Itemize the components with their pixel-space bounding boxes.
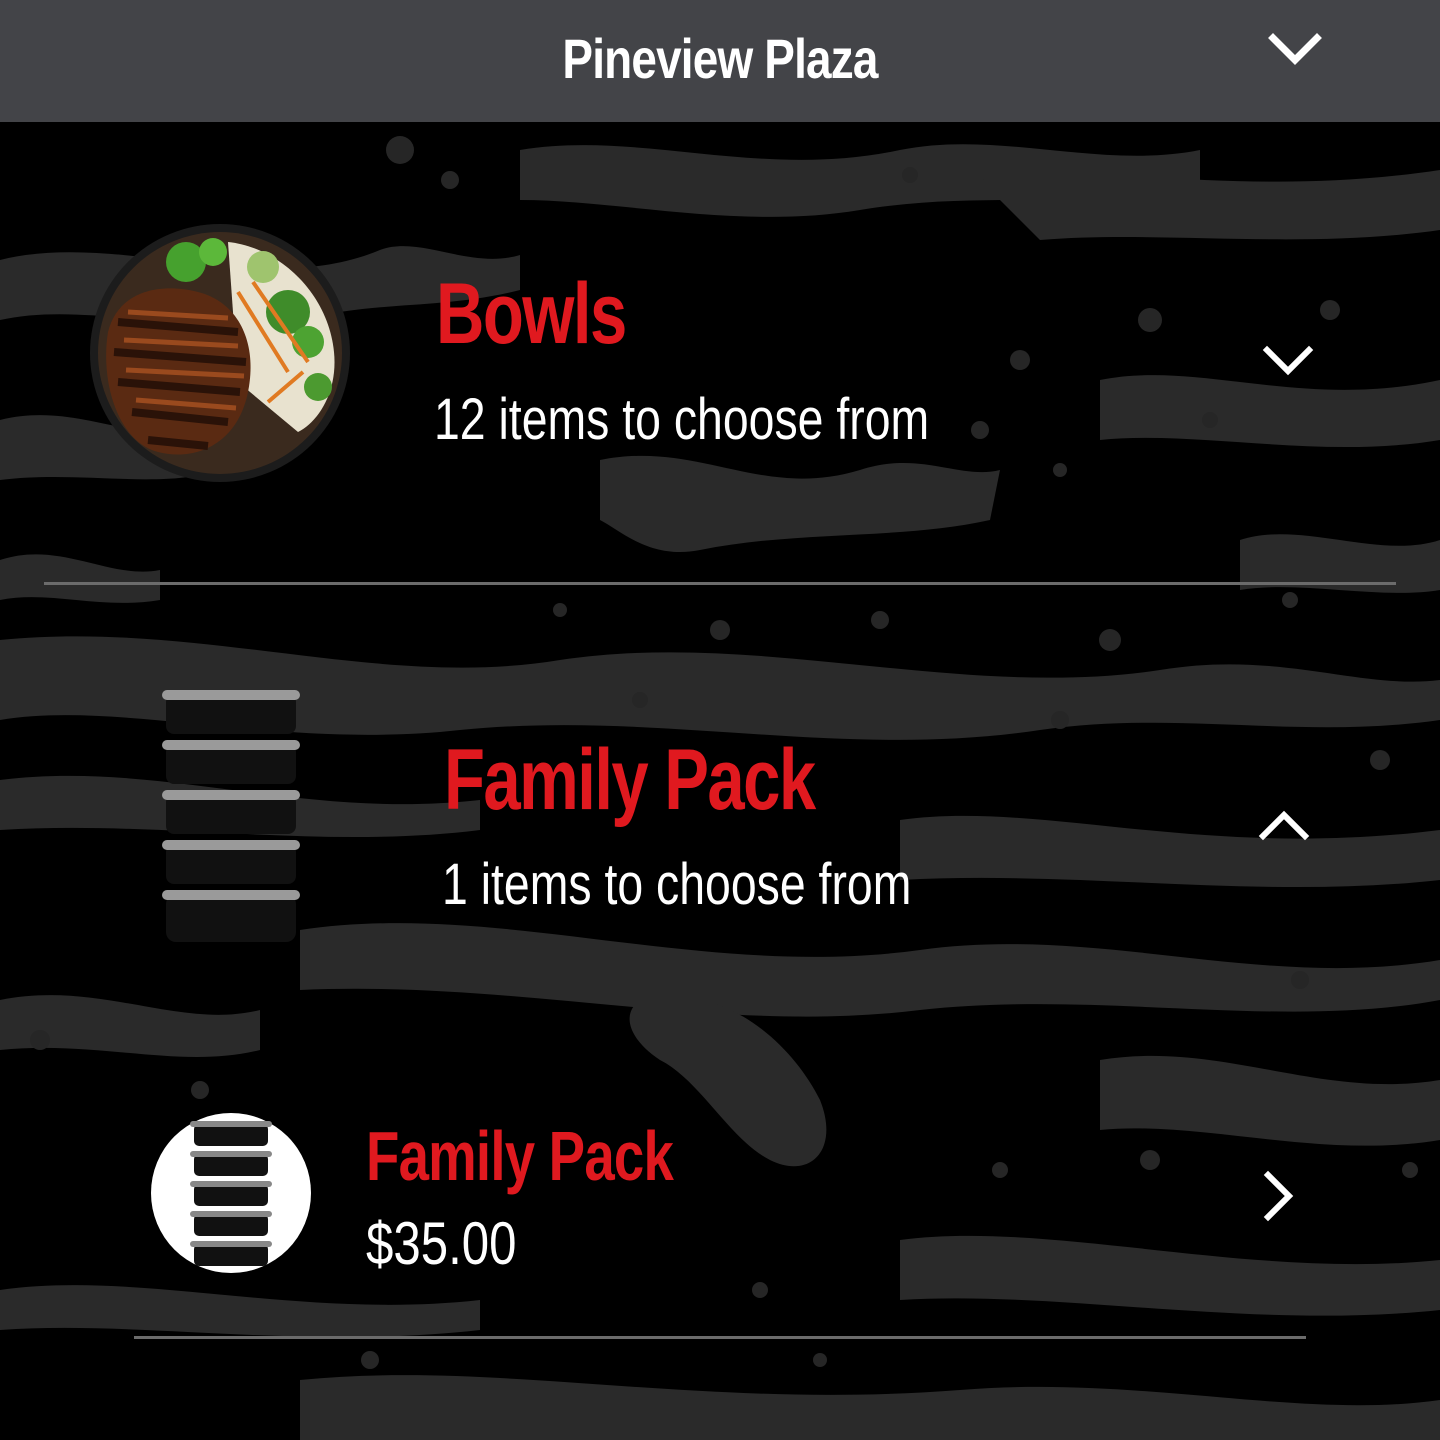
location-header[interactable]: Pineview Plaza xyxy=(0,0,1440,122)
chevron-down-icon[interactable] xyxy=(1262,344,1314,378)
stacked-containers-image xyxy=(162,690,300,942)
item-image xyxy=(151,1113,311,1273)
category-item-count: 1 items to choose from xyxy=(442,852,912,917)
chevron-down-icon[interactable] xyxy=(1268,32,1322,66)
item-name: Family Pack xyxy=(366,1117,674,1195)
divider xyxy=(134,1336,1306,1339)
divider xyxy=(44,582,1396,585)
category-name: Family Pack xyxy=(444,732,816,828)
chevron-right-icon[interactable] xyxy=(1262,1170,1296,1222)
category-name: Bowls xyxy=(436,266,627,362)
menu-screen: Pineview Plaza Bowls 12 items to choose … xyxy=(0,0,1440,1440)
chevron-up-icon[interactable] xyxy=(1258,808,1310,842)
location-title: Pineview Plaza xyxy=(562,27,878,90)
category-item-count: 12 items to choose from xyxy=(434,387,930,452)
item-price: $35.00 xyxy=(366,1210,517,1277)
bowl-image xyxy=(90,224,350,482)
